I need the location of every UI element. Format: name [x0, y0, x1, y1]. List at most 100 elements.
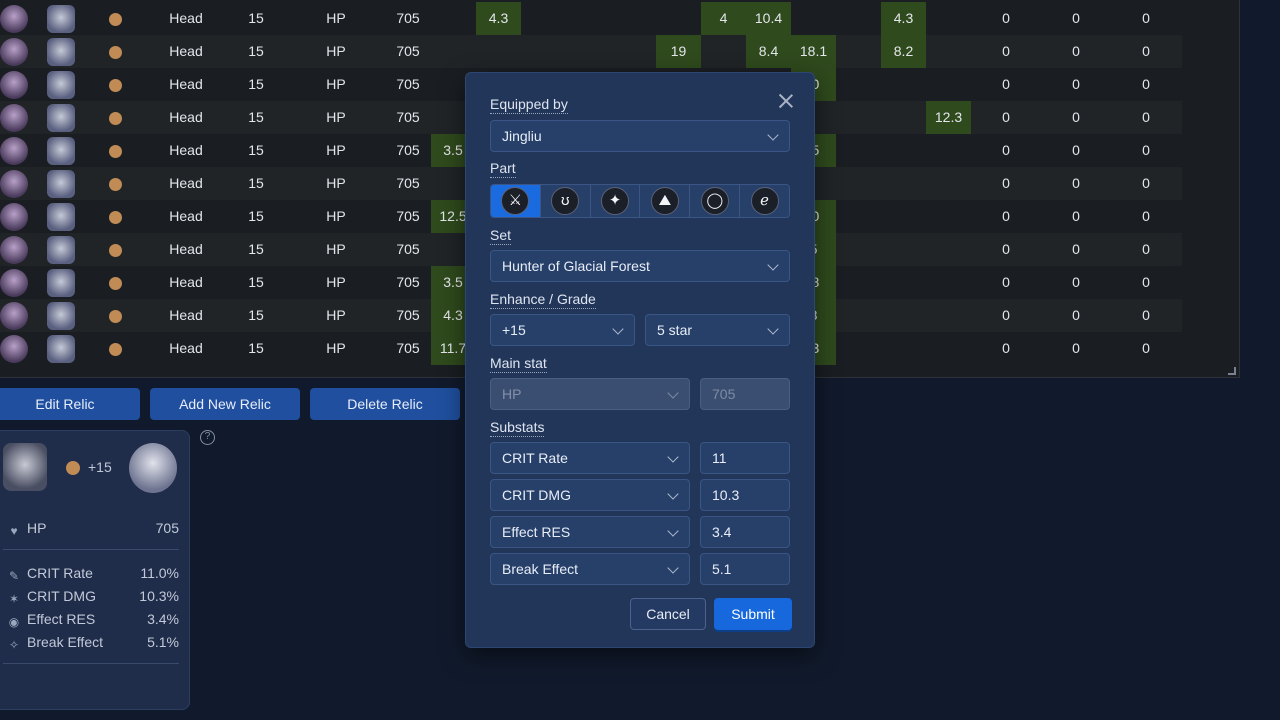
part-cell: Head [169, 307, 203, 323]
hands-icon: ʊ [551, 187, 580, 215]
part-cell: Head [169, 175, 203, 191]
substat-select[interactable]: Effect RES [490, 516, 690, 548]
part-hands-button[interactable]: ʊ [540, 185, 591, 217]
score-cell: 0 [1142, 274, 1150, 290]
part-planar-sphere-button[interactable]: ◯ [690, 185, 741, 217]
main-value-cell: 705 [396, 142, 420, 158]
character-avatar [0, 38, 28, 66]
chevron-down-icon [667, 451, 679, 463]
part-selector: ⚔ ʊ ✦ ⛰ ◯ ℯ [490, 184, 790, 218]
substat-select[interactable]: CRIT Rate [490, 442, 690, 474]
chevron-down-icon [667, 525, 679, 537]
enhance-cell: 15 [248, 43, 264, 59]
rarity-dot [109, 145, 122, 158]
table-row[interactable]: Head 15 HP 705 4.3 4 10.4 4.3 0 0 0 [0, 2, 1182, 35]
heart-icon: ♥ [10, 524, 18, 538]
score-cell: 0 [1002, 274, 1010, 290]
chevron-down-icon [612, 323, 624, 335]
main-stat-cell: HP [326, 307, 346, 323]
relic-image [3, 443, 47, 491]
substat-select[interactable]: Break Effect [490, 553, 690, 585]
enhance-cell: 15 [248, 340, 264, 356]
grade-value: 5 star [657, 322, 693, 338]
main-value-cell: 705 [396, 208, 420, 224]
cancel-button[interactable]: Cancel [630, 598, 706, 630]
part-body-button[interactable]: ✦ [590, 185, 641, 217]
equipped-by-select[interactable]: Jingliu [490, 120, 790, 152]
character-avatar [0, 5, 28, 33]
feet-glyph: ⛰ [658, 192, 672, 209]
relic-icon [47, 5, 75, 33]
character-avatar [0, 269, 28, 297]
relic-icon [47, 203, 75, 231]
relic-icon [47, 335, 75, 363]
substat-line: ✎ CRIT Rate 11.0% [7, 563, 179, 583]
close-icon[interactable] [778, 93, 794, 109]
add-new-relic-button[interactable]: Add New Relic [150, 388, 300, 420]
part-cell: Head [169, 10, 203, 26]
substat-value-input[interactable]: 5.1 [700, 553, 790, 585]
submit-button[interactable]: Submit [714, 598, 792, 630]
part-cell: Head [169, 142, 203, 158]
enhance-cell: 15 [248, 307, 264, 323]
part-cell: Head [169, 241, 203, 257]
help-icon[interactable]: ? [200, 430, 215, 445]
score-cell: 0 [1072, 76, 1080, 92]
chevron-down-icon [667, 488, 679, 500]
head-icon: ⚔ [501, 187, 530, 215]
chevron-down-icon [767, 129, 779, 141]
rarity-dot [66, 461, 80, 475]
head-glyph: ⚔ [508, 192, 523, 209]
delete-relic-button[interactable]: Delete Relic [310, 388, 460, 420]
main-value-cell: 705 [396, 340, 420, 356]
substat-value-input[interactable]: 11 [700, 442, 790, 474]
substat-select[interactable]: CRIT DMG [490, 479, 690, 511]
main-stat-cell: HP [326, 274, 346, 290]
resize-handle[interactable] [1228, 367, 1236, 375]
score-cell: 0 [1072, 274, 1080, 290]
substat-name: CRIT Rate [27, 565, 93, 581]
substat-value-input[interactable]: 10.3 [700, 479, 790, 511]
part-feet-button[interactable]: ⛰ [640, 185, 691, 217]
set-select[interactable]: Hunter of Glacial Forest [490, 250, 790, 282]
feet-icon: ⛰ [650, 187, 679, 215]
substat-name: CRIT DMG [27, 588, 96, 604]
table-row[interactable]: Head 15 HP 705 19 8.4 18.1 8.2 0 0 0 [0, 35, 1182, 68]
main-stat-label: Main stat [490, 355, 547, 373]
main-value-cell: 705 [396, 10, 420, 26]
substat-cell: 4.3 [476, 2, 521, 35]
score-cell: 0 [1002, 241, 1010, 257]
enhance-cell: 15 [248, 274, 264, 290]
relic-icon [47, 137, 75, 165]
score-cell: 0 [1072, 109, 1080, 125]
enhance-select[interactable]: +15 [490, 314, 635, 346]
substat-cell: 19 [656, 35, 701, 68]
part-cell: Head [169, 43, 203, 59]
score-cell: 0 [1142, 175, 1150, 191]
grade-select[interactable]: 5 star [645, 314, 790, 346]
part-link-rope-button[interactable]: ℯ [740, 185, 789, 217]
enhance-cell: 15 [248, 76, 264, 92]
chevron-down-icon [767, 323, 779, 335]
part-head-button[interactable]: ⚔ [491, 185, 541, 217]
substat-name: Break Effect [502, 561, 579, 577]
score-cell: 0 [1142, 76, 1150, 92]
main-value-cell: 705 [396, 109, 420, 125]
part-label: Part [490, 160, 516, 178]
relic-icon [47, 71, 75, 99]
substat-value-input[interactable]: 3.4 [700, 516, 790, 548]
character-avatar [0, 335, 28, 363]
substats-label: Substats [490, 419, 545, 437]
rarity-dot [109, 79, 122, 92]
score-cell: 0 [1072, 175, 1080, 191]
character-avatar [0, 302, 28, 330]
main-value-cell: 705 [396, 76, 420, 92]
character-avatar [0, 236, 28, 264]
main-stat-line: ♥ HP 705 [7, 518, 179, 538]
substat-value: 3.4% [147, 611, 179, 627]
main-stat-cell: HP [326, 241, 346, 257]
edit-relic-button[interactable]: Edit Relic [0, 388, 140, 420]
main-stat-value: HP [502, 386, 522, 402]
equipped-by-label: Equipped by [490, 96, 568, 114]
main-stat-value: 705 [155, 520, 179, 536]
